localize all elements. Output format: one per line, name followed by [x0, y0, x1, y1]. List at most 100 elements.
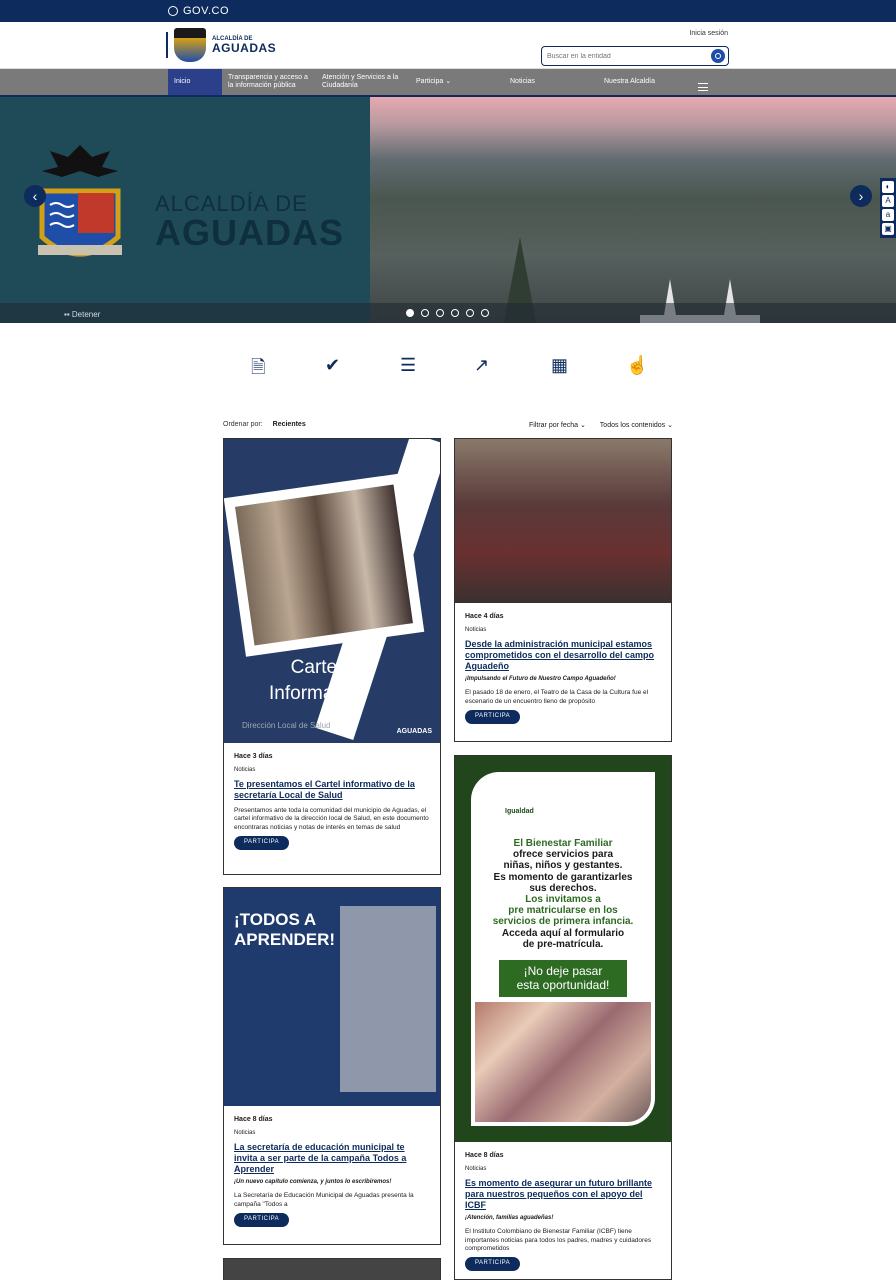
- hamburger-icon: [698, 83, 708, 91]
- icbf-line: Los invitamos a: [525, 893, 601, 905]
- nav-item-atencion[interactable]: Atención y Servicios a la Ciudadanía: [316, 69, 410, 95]
- participa-button[interactable]: PARTICIPA: [465, 1257, 521, 1271]
- cartel-title: Cartel Informativo: [236, 655, 396, 706]
- chevron-right-icon: ›: [858, 188, 864, 204]
- carousel-next-button[interactable]: ›: [850, 185, 872, 207]
- logo-line-2: AGUADAS: [212, 41, 277, 55]
- card-title[interactable]: La secretaría de educación municipal te …: [234, 1142, 430, 1174]
- hand-icon[interactable]: ☝: [626, 355, 648, 376]
- icbf-line: Acceda aquí al formulario: [501, 927, 625, 939]
- carousel-dot[interactable]: [451, 309, 459, 317]
- cartel-logo: AGUADAS: [396, 728, 432, 735]
- news-card[interactable]: ¡TODOS A APRENDER! Hace 8 días Noticias …: [223, 887, 441, 1245]
- icbf-cta-line-1: ¡No deje pasar: [523, 964, 603, 978]
- icbf-line: servicios de primera infancia.: [492, 916, 634, 928]
- next-news-card[interactable]: [223, 1258, 441, 1280]
- icbf-cta-line-2: esta oportunidad!: [516, 978, 610, 993]
- card-description: La Secretaría de Educación Municipal de …: [234, 1192, 414, 1208]
- filter-content-select[interactable]: Todos los contenidos ⌄: [594, 422, 673, 429]
- carousel-dot[interactable]: [421, 309, 429, 317]
- cartel-title-line-2: Informativo: [269, 682, 363, 704]
- card-date: Hace 3 días: [234, 753, 273, 760]
- sort-bar: Ordenar por: Recientes Filtrar por fecha…: [223, 421, 673, 429]
- carousel-dot[interactable]: [466, 309, 474, 317]
- card-image: Igualdad El Bienestar Familiar ofrece se…: [455, 756, 671, 1142]
- cartel-title-line-1: Cartel: [290, 657, 342, 678]
- carousel-dot[interactable]: [436, 309, 444, 317]
- card-image: [455, 439, 671, 603]
- site-header: ALCALDÍA DE AGUADAS Inicia sesión: [0, 22, 896, 69]
- list-icon[interactable]: ☰: [400, 355, 416, 376]
- nav-item-transparencia[interactable]: Transparencia y acceso a la información …: [222, 69, 316, 95]
- search-input[interactable]: [547, 52, 711, 60]
- news-card[interactable]: Igualdad El Bienestar Familiar ofrece se…: [454, 755, 672, 1280]
- carousel-dot[interactable]: [406, 309, 414, 317]
- card-image: Cartel Informativo Dirección Local de Sa…: [224, 439, 440, 743]
- card-title[interactable]: Es momento de asegurar un futuro brillan…: [465, 1178, 661, 1210]
- card-title[interactable]: Desde la administración municipal estamo…: [465, 639, 661, 671]
- card-subtitle: ¡Impulsando el Futuro de Nuestro Campo A…: [465, 675, 616, 682]
- card-category: Noticias: [465, 626, 487, 633]
- news-card[interactable]: Cartel Informativo Dirección Local de Sa…: [223, 438, 441, 875]
- icbf-line: El Bienestar Familiar: [513, 838, 613, 849]
- news-card[interactable]: Hace 4 días Noticias Desde la administra…: [454, 438, 672, 742]
- participa-button[interactable]: PARTICIPA: [234, 1213, 290, 1227]
- card-date: Hace 4 días: [465, 613, 504, 620]
- document-icon[interactable]: 🗎: [251, 355, 265, 385]
- nav-item-noticias[interactable]: Noticias: [504, 69, 598, 95]
- filter-date-select[interactable]: Filtrar por fecha ⌄: [523, 422, 586, 429]
- calendar-icon[interactable]: ▦: [551, 355, 568, 376]
- card-date: Hace 8 días: [465, 1152, 504, 1159]
- card-body: Hace 4 días Noticias Desde la administra…: [455, 603, 671, 724]
- icbf-line: de pre-matrícula.: [522, 938, 604, 950]
- campaign-title: ¡TODOS A APRENDER!: [234, 910, 335, 951]
- font-decrease-icon[interactable]: a: [882, 209, 894, 221]
- hero-title: ALCALDÍA DE AGUADAS: [155, 193, 344, 251]
- card-date: Hace 8 días: [234, 1116, 273, 1123]
- coat-of-arms-icon: [174, 28, 206, 62]
- check-icon[interactable]: ✔: [325, 355, 340, 376]
- nav-item-participa[interactable]: Participa ⌄: [410, 69, 504, 95]
- hero-photo: [370, 97, 896, 323]
- card-image: ¡TODOS A APRENDER!: [224, 888, 440, 1106]
- search-box: [541, 46, 729, 66]
- login-link[interactable]: Inicia sesión: [689, 30, 728, 37]
- carousel-prev-button[interactable]: ‹: [24, 185, 46, 207]
- site-logo[interactable]: ALCALDÍA DE AGUADAS: [166, 28, 276, 62]
- nav-item-nuestra-alcaldia[interactable]: Nuestra Alcaldía: [598, 69, 692, 95]
- nav-item-inicio[interactable]: Inicio: [168, 69, 222, 95]
- chevron-left-icon: ‹: [32, 188, 38, 204]
- sort-label: Ordenar por:: [223, 421, 263, 428]
- chevron-down-icon: ⌄: [445, 77, 452, 85]
- carousel-stop-button[interactable]: ▪▪ Detener: [64, 310, 100, 319]
- icbf-line: Es momento de garantizarles: [493, 871, 633, 883]
- participa-button[interactable]: PARTICIPA: [465, 710, 521, 724]
- sign-language-icon[interactable]: ▣: [882, 223, 894, 235]
- card-category: Noticias: [234, 766, 256, 773]
- campaign-title-line-2: APRENDER!: [234, 930, 336, 950]
- main-nav: Inicio Transparencia y acceso a la infor…: [0, 69, 896, 97]
- gov-co-link[interactable]: GOV.CO: [183, 5, 229, 17]
- menu-button[interactable]: [692, 69, 714, 95]
- icbf-line: ofrece servicios para: [512, 849, 614, 861]
- carousel-dot[interactable]: [481, 309, 489, 317]
- logo-divider: [166, 32, 168, 58]
- card-category: Noticias: [234, 1129, 256, 1136]
- carousel-stop-label: Detener: [71, 310, 101, 319]
- font-size-icon[interactable]: A: [882, 195, 894, 207]
- card-description: El pasado 18 de enero, el Teatro de la C…: [465, 689, 649, 705]
- icbf-cta: ¡No deje pasar esta oportunidad!: [499, 960, 627, 997]
- filter-date-label: Filtrar por fecha: [529, 422, 579, 429]
- card-subtitle: ¡Atención, familias aguadeñas!: [465, 1214, 554, 1221]
- icbf-line: niñas, niños y gestantes.: [503, 860, 623, 872]
- card-title[interactable]: Te presentamos el Cartel informativo de …: [234, 779, 430, 801]
- igualdad-logo: Igualdad: [505, 808, 534, 815]
- sort-select[interactable]: Recientes: [273, 421, 306, 428]
- participa-button[interactable]: PARTICIPA: [234, 836, 290, 850]
- search-button[interactable]: [711, 49, 725, 63]
- search-icon: [715, 53, 721, 59]
- group-photo-content: [235, 484, 413, 646]
- chart-icon[interactable]: ↗: [474, 355, 489, 376]
- icbf-text: El Bienestar Familiar ofrece servicios p…: [483, 838, 643, 950]
- contrast-icon[interactable]: ◐: [882, 181, 894, 193]
